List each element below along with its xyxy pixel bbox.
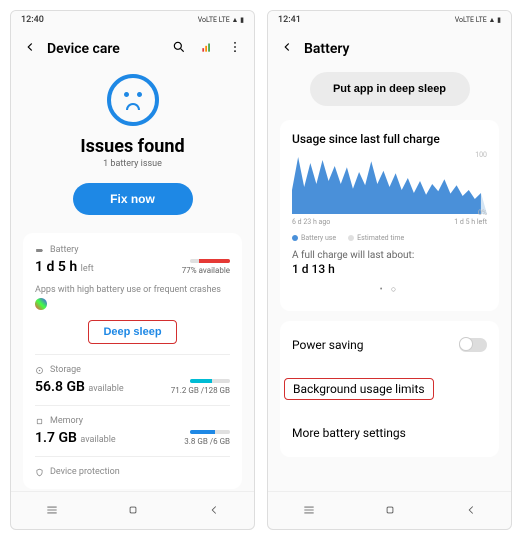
- power-saving-row[interactable]: Power saving: [292, 325, 487, 365]
- statusbar-indicators: VoLTE LTE ▲ ▮: [455, 16, 501, 24]
- back-icon[interactable]: [280, 39, 294, 58]
- statusbar-time: 12:40: [21, 15, 44, 25]
- back-icon[interactable]: [23, 39, 37, 58]
- battery-unit: left: [81, 264, 94, 274]
- full-charge-text: A full charge will last about:: [292, 250, 487, 261]
- battery-card[interactable]: Battery 1 d 5 h left 77% available Apps …: [23, 233, 242, 489]
- more-battery-label: More battery settings: [292, 426, 406, 440]
- battery-icon: [35, 246, 44, 255]
- issue-title: Issues found: [23, 136, 242, 157]
- header: Device care: [11, 29, 254, 66]
- header: Battery: [268, 29, 511, 66]
- storage-unit: available: [88, 384, 123, 394]
- storage-bar-label: 71.2 GB /128 GB: [171, 386, 230, 395]
- chart-left-label: 6 d 23 h ago: [292, 218, 330, 226]
- battery-screen: 12:41 VoLTE LTE ▲ ▮ Battery Put app in d…: [267, 10, 512, 530]
- memory-label: Memory: [50, 416, 83, 426]
- memory-value: 1.7 GB: [35, 430, 77, 446]
- search-icon[interactable]: [172, 39, 186, 58]
- navbar: [268, 491, 511, 529]
- more-battery-row[interactable]: More battery settings: [292, 413, 487, 453]
- page-title: Battery: [304, 41, 499, 57]
- app-chip-icon: [35, 298, 47, 310]
- memory-unit: available: [80, 435, 115, 445]
- nav-recents-icon[interactable]: [302, 502, 316, 521]
- battery-label: Battery: [50, 245, 79, 255]
- page-indicator: • ○: [292, 284, 487, 295]
- nav-back-icon[interactable]: [207, 502, 221, 521]
- signal-icon[interactable]: [200, 39, 214, 58]
- usage-title: Usage since last full charge: [292, 132, 487, 146]
- full-charge-value: 1 d 13 h: [292, 262, 487, 276]
- bg-usage-limits-row[interactable]: Background usage limits: [292, 365, 487, 413]
- usage-card[interactable]: Usage since last full charge 100 0% 6 d …: [280, 120, 499, 311]
- nav-home-icon[interactable]: [383, 502, 397, 521]
- statusbar-time: 12:41: [278, 15, 301, 25]
- settings-card: Power saving Background usage limits Mor…: [280, 321, 499, 457]
- storage-label: Storage: [50, 365, 81, 375]
- nav-back-icon[interactable]: [464, 502, 478, 521]
- power-saving-toggle[interactable]: [459, 338, 487, 352]
- memory-icon: [35, 417, 44, 426]
- battery-pct: 77% available: [182, 266, 230, 275]
- legend-estimated: Estimated time: [357, 234, 404, 242]
- usage-chart: 100 0%: [292, 154, 487, 214]
- chart-max-label: 100: [475, 151, 487, 159]
- fix-now-button[interactable]: Fix now: [73, 183, 193, 215]
- power-saving-label: Power saving: [292, 338, 364, 352]
- issue-subtitle: 1 battery issue: [23, 159, 242, 169]
- page-title: Device care: [47, 41, 162, 57]
- legend-battery: Battery use: [301, 234, 336, 242]
- battery-value: 1 d 5 h: [35, 259, 77, 275]
- nav-home-icon[interactable]: [126, 502, 140, 521]
- statusbar-indicators: VoLTE LTE ▲ ▮: [198, 16, 244, 24]
- bg-usage-limits-label: Background usage limits: [284, 378, 434, 400]
- chart-right-label: 1 d 5 h left: [454, 218, 487, 226]
- nav-recents-icon[interactable]: [45, 502, 59, 521]
- more-icon[interactable]: [228, 39, 242, 58]
- chart-min-label: 0%: [478, 209, 487, 217]
- deep-sleep-button[interactable]: Deep sleep: [88, 320, 176, 344]
- navbar: [11, 491, 254, 529]
- protection-label: Device protection: [50, 467, 120, 477]
- shield-icon: [35, 468, 44, 477]
- storage-value: 56.8 GB: [35, 379, 85, 395]
- battery-note: Apps with high battery use or frequent c…: [35, 285, 230, 295]
- statusbar: 12:40 VoLTE LTE ▲ ▮: [11, 11, 254, 29]
- put-app-deep-sleep-button[interactable]: Put app in deep sleep: [310, 72, 470, 106]
- storage-icon: [35, 366, 44, 375]
- issue-icon: [23, 74, 242, 126]
- device-care-screen: 12:40 VoLTE LTE ▲ ▮ Device care Issues f…: [10, 10, 255, 530]
- statusbar: 12:41 VoLTE LTE ▲ ▮: [268, 11, 511, 29]
- memory-bar-label: 3.8 GB /6 GB: [184, 437, 230, 446]
